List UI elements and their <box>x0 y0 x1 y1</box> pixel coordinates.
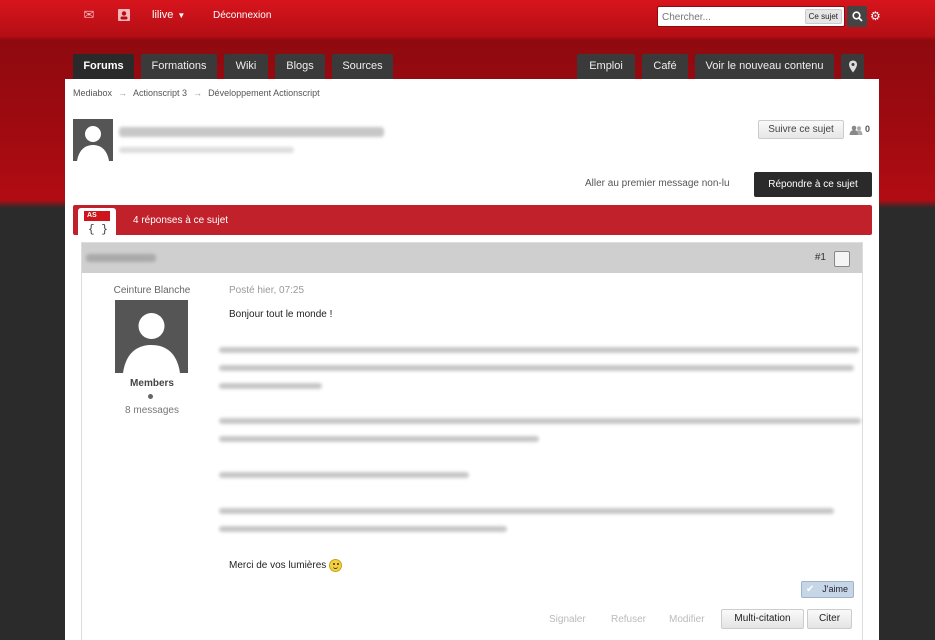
post-number[interactable]: #1 <box>815 252 826 263</box>
location-pin-icon[interactable] <box>841 54 864 79</box>
post-text-redacted <box>219 526 507 532</box>
gear-icon[interactable]: ⚙ <box>870 9 881 23</box>
offline-status-icon <box>148 394 153 399</box>
breadcrumb-arrow-icon: → <box>118 88 128 98</box>
logout-link[interactable]: Déconnexion <box>213 10 271 21</box>
search-scope[interactable]: Ce sujet <box>804 9 842 24</box>
author-message-count[interactable]: 8 messages <box>82 405 222 416</box>
post-text-redacted <box>219 472 469 478</box>
quote-button[interactable]: Citer <box>807 609 852 629</box>
first-unread-link[interactable]: Aller au premier message non-lu <box>585 178 730 189</box>
tab-formations[interactable]: Formations <box>141 54 217 79</box>
tab-blogs[interactable]: Blogs <box>275 54 325 79</box>
post-closing: Merci de vos lumières <box>229 559 343 572</box>
tab-emploi[interactable]: Emploi <box>577 54 635 79</box>
author-group: Members <box>130 378 174 389</box>
post-author-avatar[interactable] <box>115 300 188 373</box>
contact-icon[interactable] <box>116 8 132 22</box>
actionscript-file-icon: AS { } <box>78 208 116 242</box>
tab-wiki[interactable]: Wiki <box>224 54 268 79</box>
replies-count: 4 réponses à ce sujet <box>133 215 229 226</box>
post-header: #1 <box>82 243 862 273</box>
post-text-redacted <box>219 418 861 424</box>
edit-link[interactable]: Modifier <box>669 614 705 625</box>
smiley-icon <box>329 559 343 572</box>
check-icon: ✔ <box>806 584 815 595</box>
post-date[interactable]: Posté hier, 07:25 <box>229 285 304 296</box>
breadcrumb-item-developpement[interactable]: Développement Actionscript <box>208 88 320 98</box>
tab-sources[interactable]: Sources <box>332 54 393 79</box>
breadcrumb: Mediabox → Actionscript 3 → Développement Ac… <box>73 88 320 98</box>
post-text-redacted <box>219 347 859 353</box>
breadcrumb-item-mediabox[interactable]: Mediabox <box>73 88 112 98</box>
post-text-redacted <box>219 383 322 389</box>
reply-topic-button[interactable]: Répondre à ce sujet <box>754 172 872 197</box>
mail-icon[interactable]: ✉ <box>81 8 97 22</box>
chevron-down-icon: ▼ <box>177 10 186 20</box>
tab-new-content[interactable]: Voir le nouveau contenu <box>695 54 834 79</box>
username: lilive <box>152 9 174 21</box>
search-button[interactable] <box>847 6 867 27</box>
follow-topic-button[interactable]: Suivre ce sujet <box>758 120 844 139</box>
user-menu[interactable]: lilive ▼ <box>152 9 185 21</box>
tab-cafe[interactable]: Café <box>642 54 688 79</box>
refuse-link[interactable]: Refuser <box>611 614 646 625</box>
report-link[interactable]: Signaler <box>549 614 586 625</box>
like-button[interactable]: ✔ J'aime <box>801 581 854 598</box>
search-icon <box>851 10 863 22</box>
post-text-redacted <box>219 365 854 371</box>
multiquote-button[interactable]: Multi-citation <box>721 609 804 629</box>
topic-title-redacted <box>119 127 384 137</box>
main-panel: Mediabox → Actionscript 3 → Développement Ac… <box>65 79 879 640</box>
post-author-redacted <box>86 254 156 262</box>
tab-forums[interactable]: Forums <box>73 54 134 79</box>
search-box: Ce sujet <box>657 6 845 27</box>
followers-count[interactable]: 0 <box>849 124 870 135</box>
breadcrumb-item-actionscript[interactable]: Actionscript 3 <box>133 88 187 98</box>
author-rank: Ceinture Blanche <box>113 285 191 296</box>
breadcrumb-arrow-icon: → <box>193 88 203 98</box>
post-select-checkbox[interactable] <box>834 251 850 267</box>
post-text-redacted <box>219 508 834 514</box>
post: #1 Ceinture Blanche Members 8 messages P… <box>81 242 863 640</box>
post-greeting: Bonjour tout le monde ! <box>229 309 333 320</box>
topic-meta-redacted <box>119 147 294 153</box>
replies-header: AS { } 4 réponses à ce sujet <box>73 205 872 242</box>
users-icon <box>849 125 863 135</box>
topic-author-avatar[interactable] <box>73 119 113 161</box>
search-input[interactable] <box>662 10 802 24</box>
post-text-redacted <box>219 436 539 442</box>
